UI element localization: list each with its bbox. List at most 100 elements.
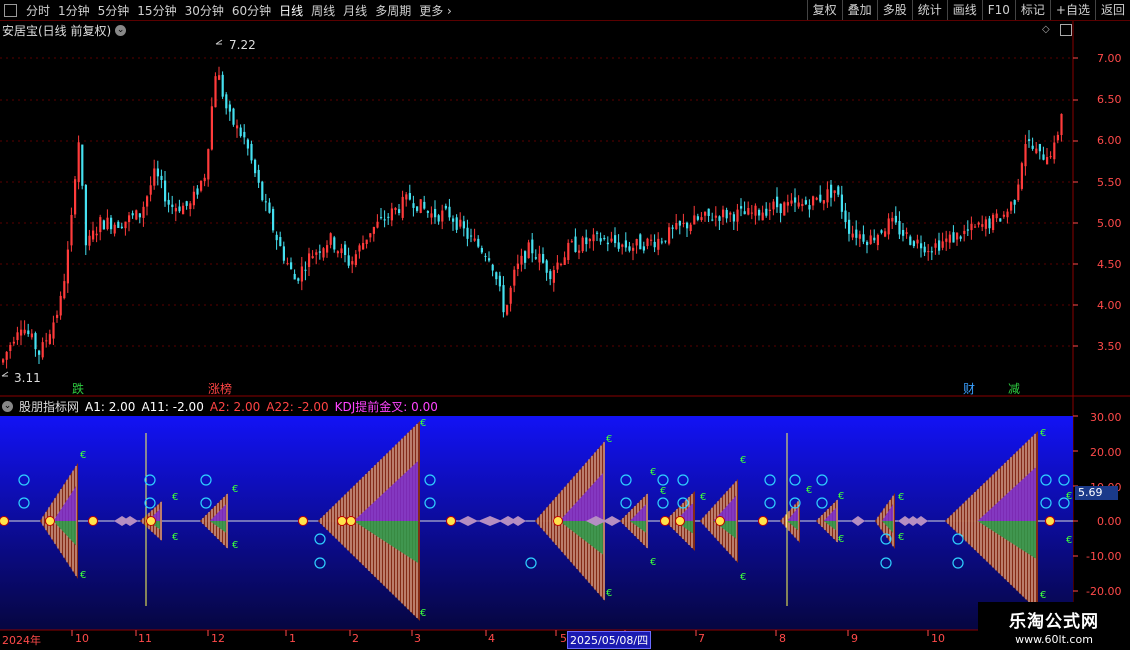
- high-annotation: [215, 39, 223, 45]
- buy-marker-icon: [553, 516, 563, 526]
- euro-marker-icon: €: [660, 486, 666, 497]
- candle-body: [362, 243, 365, 250]
- candle-body: [502, 285, 505, 313]
- candle-body: [1031, 145, 1034, 149]
- candle-body: [1028, 139, 1031, 142]
- euro-marker-icon: €: [700, 492, 706, 503]
- candle-body: [995, 213, 998, 219]
- candle-body: [412, 203, 415, 208]
- euro-marker-icon: €: [650, 557, 656, 568]
- candle-body: [236, 125, 239, 129]
- euro-marker-icon: €: [1066, 535, 1072, 546]
- candle-body: [920, 243, 923, 249]
- candle-body: [146, 196, 149, 207]
- candle-body: [491, 264, 494, 271]
- candle-body: [300, 266, 303, 282]
- candle-body: [52, 322, 55, 339]
- candle-body: [646, 238, 649, 247]
- candle-body: [196, 188, 199, 195]
- signal-limit-up: 涨榜: [208, 380, 232, 397]
- candle-body: [45, 340, 48, 342]
- euro-marker-icon: €: [420, 418, 426, 429]
- candle-body: [628, 246, 631, 251]
- candle-body: [977, 222, 980, 225]
- candle-body: [758, 209, 761, 216]
- signal-reduce: 减: [1008, 382, 1021, 396]
- candle-body: [322, 248, 325, 258]
- candle-body: [794, 197, 797, 203]
- candle-body: [671, 227, 674, 229]
- candle-body: [250, 143, 253, 161]
- candle-body: [419, 199, 422, 213]
- candle-body: [174, 208, 177, 212]
- euro-marker-icon: €: [1066, 491, 1072, 502]
- candle-body: [527, 242, 530, 259]
- candle-body: [365, 239, 368, 245]
- candle-body: [948, 234, 951, 243]
- buy-marker-icon: [45, 516, 55, 526]
- euro-marker-icon: €: [650, 467, 656, 478]
- candle-body: [779, 203, 782, 214]
- candle-body: [344, 244, 347, 255]
- euro-marker-icon: €: [1040, 590, 1046, 601]
- euro-marker-icon: €: [172, 532, 178, 543]
- price-tick: 3.50: [1097, 340, 1122, 353]
- candle-body: [318, 251, 321, 253]
- euro-marker-icon: €: [898, 532, 904, 543]
- candle-body: [70, 214, 73, 246]
- high-price-label: 7.22: [229, 38, 256, 52]
- candle-body: [354, 254, 357, 265]
- candle-body: [1024, 144, 1027, 167]
- candle-body: [272, 208, 275, 231]
- buy-marker-icon: [715, 516, 725, 526]
- candle-body: [981, 224, 984, 227]
- chevron-down-icon[interactable]: ⌄: [2, 401, 13, 412]
- indicator-name[interactable]: 股朋指标网: [19, 398, 79, 415]
- candle-body: [963, 230, 966, 235]
- candle-body: [383, 219, 386, 221]
- candle-body: [376, 221, 379, 228]
- candle-body: [812, 196, 815, 206]
- candle-body: [866, 241, 869, 246]
- candle-body: [405, 194, 408, 200]
- candle-body: [106, 217, 109, 230]
- price-tick: 6.00: [1097, 134, 1122, 147]
- signal-finance: 财: [963, 382, 976, 396]
- candle-body: [790, 200, 793, 204]
- candle-body: [639, 234, 642, 250]
- candle-body: [142, 206, 145, 218]
- euro-marker-icon: €: [740, 572, 746, 583]
- candle-body: [1053, 142, 1056, 160]
- candle-body: [1035, 148, 1038, 154]
- candle-body: [930, 251, 933, 253]
- candle-body: [398, 209, 401, 214]
- candle-body: [430, 213, 433, 218]
- candle-body: [77, 142, 80, 183]
- candle-body: [952, 232, 955, 243]
- candle-body: [466, 227, 469, 239]
- date-label: 10: [75, 632, 89, 645]
- candle-body: [171, 204, 174, 207]
- indicator-value-a1: A1: 2.00: [85, 399, 136, 414]
- candle-body: [664, 240, 667, 242]
- candle-body: [221, 74, 224, 97]
- candle-body: [102, 220, 105, 230]
- candle-body: [956, 232, 959, 240]
- candle-body: [786, 202, 789, 206]
- candle-body: [207, 149, 210, 180]
- candle-body: [934, 243, 937, 248]
- candle-body: [556, 262, 559, 270]
- candle-body: [434, 208, 437, 218]
- candle-body: [423, 201, 426, 209]
- candle-body: [275, 234, 278, 241]
- candle-body: [938, 240, 941, 251]
- candle-body: [696, 216, 699, 220]
- candle-body: [617, 242, 620, 249]
- candle-body: [279, 237, 282, 247]
- candle-body: [394, 207, 397, 211]
- candle-body: [743, 211, 746, 215]
- candle-body: [822, 200, 825, 204]
- watermark-title: 乐淘公式网: [1009, 612, 1099, 632]
- candle-body: [772, 201, 775, 210]
- candle-body: [20, 329, 23, 336]
